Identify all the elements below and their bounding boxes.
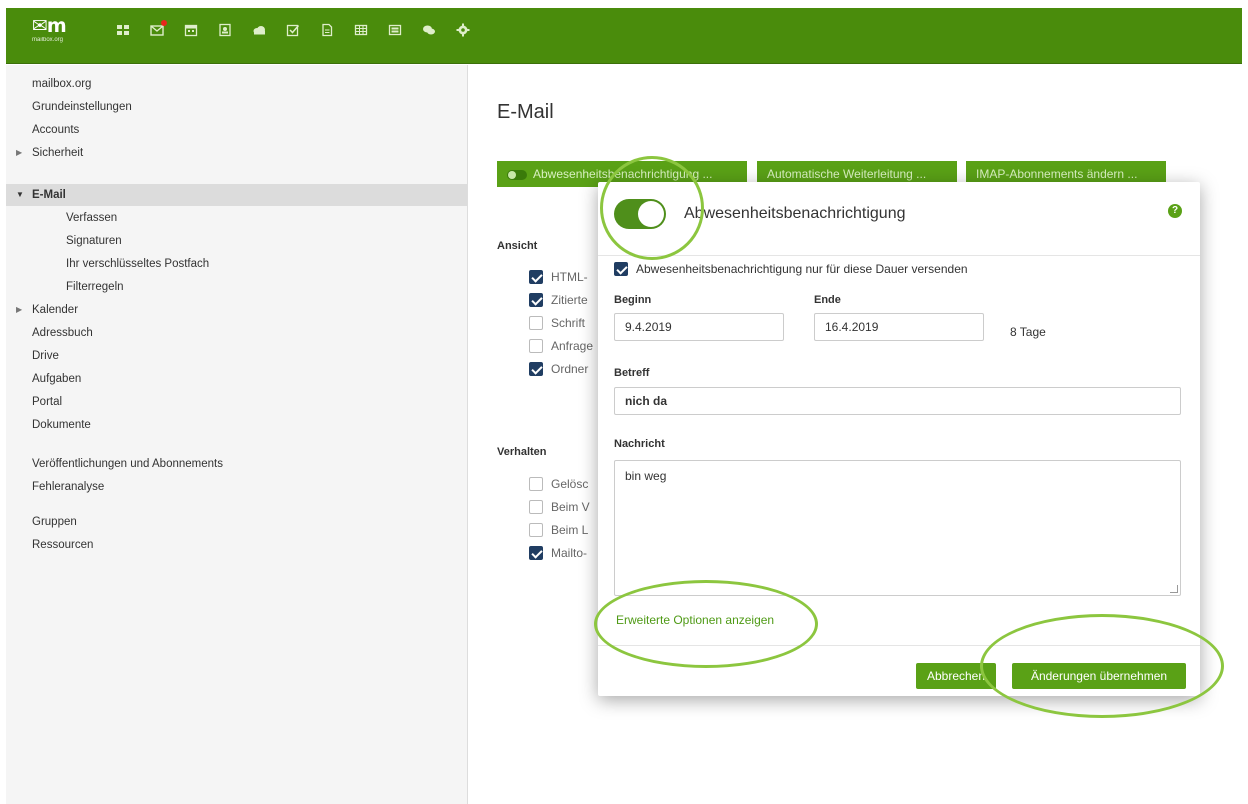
dialog-title: Abwesenheitsbenachrichtigung — [684, 205, 906, 222]
checkbox-row[interactable]: Zitierte — [529, 290, 588, 310]
logo-mark: ✉m — [32, 15, 67, 37]
portal-icon[interactable] — [116, 23, 130, 37]
sidebar-item-portal[interactable]: Portal — [6, 392, 467, 412]
checkbox[interactable] — [529, 292, 543, 307]
presentation-icon[interactable] — [388, 23, 402, 37]
section-heading-verhalten: Verhalten — [497, 446, 547, 458]
checkbox[interactable] — [529, 269, 543, 284]
sidebar-item-accounts[interactable]: Accounts — [6, 120, 467, 140]
end-date-input[interactable]: 16.4.2019 — [814, 313, 984, 341]
tasks-icon[interactable] — [286, 23, 300, 37]
app-window: ✉m mailbox.org mailbox.org Grundeinstell… — [6, 8, 1242, 804]
spreadsheet-icon[interactable] — [354, 23, 368, 37]
drive-icon[interactable] — [252, 23, 266, 37]
calendar-icon[interactable] — [184, 23, 198, 37]
sidebar-item-signaturen[interactable]: Signaturen — [6, 231, 467, 251]
checkbox[interactable] — [529, 499, 543, 514]
duration-checkbox[interactable] — [614, 261, 628, 276]
sidebar-item-adressbuch[interactable]: Adressbuch — [6, 323, 467, 343]
page-title: E-Mail — [497, 101, 554, 123]
checkbox-row[interactable]: Beim L — [529, 520, 588, 540]
mailbox-logo[interactable]: ✉m mailbox.org — [32, 15, 67, 43]
subject-input[interactable]: nich da — [614, 387, 1181, 415]
checkbox-row[interactable]: Ordner — [529, 359, 588, 379]
sidebar-item-fehleranalyse[interactable]: Fehleranalyse — [6, 477, 467, 497]
sidebar-item-mailbox[interactable]: mailbox.org — [6, 74, 467, 94]
checkbox[interactable] — [529, 476, 543, 491]
apply-changes-button[interactable]: Änderungen übernehmen — [1012, 663, 1186, 689]
section-heading-ansicht: Ansicht — [497, 240, 538, 252]
sidebar-item-grundeinstellungen[interactable]: Grundeinstellungen — [6, 97, 467, 117]
checkbox[interactable] — [529, 522, 543, 537]
addressbook-icon[interactable] — [218, 23, 232, 37]
sidebar-item-dokumente[interactable]: Dokumente — [6, 415, 467, 435]
dialog-header: Abwesenheitsbenachrichtigung ? — [598, 182, 1200, 256]
end-date-label: Ende — [814, 294, 841, 306]
resize-grip-icon[interactable] — [1170, 585, 1178, 593]
sidebar-item-gruppen[interactable]: Gruppen — [6, 512, 467, 532]
advanced-options-link[interactable]: Erweiterte Optionen anzeigen — [616, 613, 774, 627]
app-launcher — [116, 20, 490, 37]
help-icon[interactable]: ? — [1168, 204, 1182, 218]
sidebar-item-verschluesseltes-postfach[interactable]: Ihr verschlüsseltes Postfach — [6, 254, 467, 274]
checkbox[interactable] — [529, 338, 543, 353]
duration-days: 8 Tage — [1010, 325, 1046, 339]
caret-down-icon[interactable]: ▼ — [16, 184, 24, 206]
checkbox-row[interactable]: Schrift — [529, 313, 585, 333]
sidebar-item-aufgaben[interactable]: Aufgaben — [6, 369, 467, 389]
toggle-knob — [638, 201, 664, 227]
sidebar-item-drive[interactable]: Drive — [6, 346, 467, 366]
sidebar-item-email[interactable]: ▼ E-Mail — [6, 184, 467, 206]
checkbox-row[interactable]: Mailto- — [529, 543, 587, 563]
logo-subtitle: mailbox.org — [32, 37, 64, 43]
checkbox-row[interactable]: Anfrage — [529, 336, 593, 356]
chat-icon[interactable] — [422, 23, 436, 37]
top-bar: ✉m mailbox.org — [6, 8, 1242, 64]
unread-badge — [161, 20, 167, 26]
message-textarea[interactable]: bin weg — [614, 460, 1181, 596]
sidebar-item-filterregeln[interactable]: Filterregeln — [6, 277, 467, 297]
sidebar-item-verfassen[interactable]: Verfassen — [6, 208, 467, 228]
vacation-enable-toggle[interactable] — [614, 199, 666, 229]
documents-icon[interactable] — [320, 23, 334, 37]
cancel-button[interactable]: Abbrechen — [916, 663, 996, 689]
checkbox-row[interactable]: HTML- — [529, 267, 588, 287]
sidebar-item-kalender[interactable]: ▶ Kalender — [6, 300, 467, 320]
message-label: Nachricht — [614, 438, 665, 450]
checkbox[interactable] — [529, 545, 543, 560]
caret-right-icon[interactable]: ▶ — [16, 300, 22, 320]
toggle-icon — [507, 169, 527, 180]
caret-right-icon[interactable]: ▶ — [16, 143, 22, 163]
dialog-divider — [598, 645, 1200, 646]
settings-sidebar: mailbox.org Grundeinstellungen Accounts … — [6, 65, 468, 804]
sidebar-item-veroeffentlichungen[interactable]: Veröffentlichungen und Abonnements — [6, 454, 467, 474]
sidebar-item-ressourcen[interactable]: Ressourcen — [6, 535, 467, 555]
checkbox-row[interactable]: Beim V — [529, 497, 590, 517]
settings-icon[interactable] — [456, 23, 470, 37]
start-date-label: Beginn — [614, 294, 652, 306]
vacation-notice-dialog: Abwesenheitsbenachrichtigung ? Abwesenhe… — [598, 182, 1200, 696]
duration-checkbox-row[interactable]: Abwesenheitsbenachrichtigung nur für die… — [614, 261, 968, 277]
checkbox[interactable] — [529, 361, 543, 376]
sidebar-item-sicherheit[interactable]: ▶ Sicherheit — [6, 143, 467, 163]
start-date-input[interactable]: 9.4.2019 — [614, 313, 784, 341]
mail-icon[interactable] — [150, 20, 167, 37]
checkbox-row[interactable]: Gelösc — [529, 474, 588, 494]
checkbox[interactable] — [529, 315, 543, 330]
subject-label: Betreff — [614, 367, 650, 379]
